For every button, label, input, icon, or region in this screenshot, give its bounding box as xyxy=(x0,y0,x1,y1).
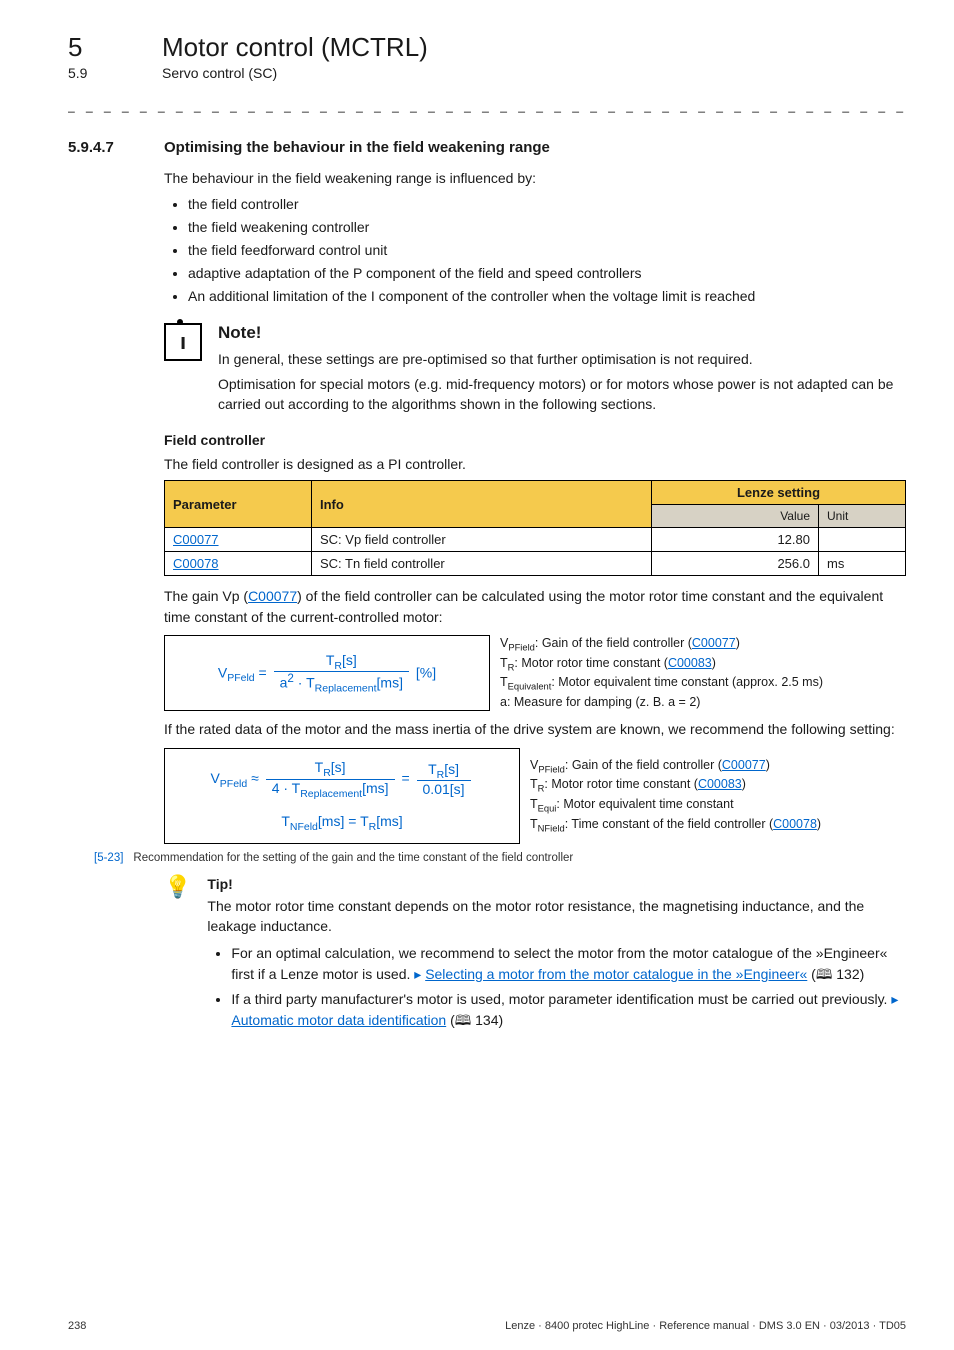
param-link[interactable]: C00077 xyxy=(173,532,219,547)
list-item: the field weakening controller xyxy=(188,217,906,238)
formula-1-desc: VPField: Gain of the field controller (C… xyxy=(500,635,906,711)
body-text: The field controller is designed as a PI… xyxy=(164,454,906,474)
intro-text: The behaviour in the field weakening ran… xyxy=(164,168,906,188)
list-item: adaptive adaptation of the P component o… xyxy=(188,263,906,284)
code-link[interactable]: C00077 xyxy=(722,758,766,772)
th-unit: Unit xyxy=(819,505,906,528)
note-title: Note! xyxy=(218,323,906,343)
divider: _ _ _ _ _ _ _ _ _ _ _ _ _ _ _ _ _ _ _ _ … xyxy=(68,99,906,113)
intro-bullets: the field controller the field weakening… xyxy=(164,194,906,307)
tip-icon: 💡 xyxy=(164,876,191,898)
info-icon: ı xyxy=(164,323,202,361)
th-lenze: Lenze setting xyxy=(652,481,906,505)
cell-value: 12.80 xyxy=(652,528,819,552)
caption-label: [5-23] xyxy=(94,852,123,864)
heading-title: Optimising the behaviour in the field we… xyxy=(164,139,550,156)
table-row: C00078 SC: Tn field controller 256.0 ms xyxy=(165,552,906,576)
page-ref: (🕮 132) xyxy=(807,966,864,982)
cell-info: SC: Vp field controller xyxy=(312,528,652,552)
chapter-title: Motor control (MCTRL) xyxy=(162,32,428,63)
note-paragraph: Optimisation for special motors (e.g. mi… xyxy=(218,374,906,415)
list-item: For an optimal calculation, we recommend… xyxy=(231,943,906,985)
list-item: An additional limitation of the I compon… xyxy=(188,286,906,307)
cell-unit: ms xyxy=(819,552,906,576)
footer-ref: Lenze · 8400 protec HighLine · Reference… xyxy=(505,1320,906,1332)
formula-1: VPFeld = TR[s] a2 · TReplacement[ms] [%] xyxy=(164,635,490,711)
th-parameter: Parameter xyxy=(165,481,312,528)
subheading: Field controller xyxy=(164,432,906,448)
code-link[interactable]: C00077 xyxy=(248,588,297,604)
list-item: the field controller xyxy=(188,194,906,215)
tip-title: Tip! xyxy=(207,876,906,892)
doc-link[interactable]: Automatic motor data identification xyxy=(231,1012,446,1028)
note-body: In general, these settings are pre-optim… xyxy=(218,349,906,414)
parameter-table: Parameter Info Lenze setting Value Unit … xyxy=(164,480,906,576)
table-row: C00077 SC: Vp field controller 12.80 xyxy=(165,528,906,552)
cell-info: SC: Tn field controller xyxy=(312,552,652,576)
heading-number: 5.9.4.7 xyxy=(68,139,146,156)
chapter-number: 5 xyxy=(68,32,122,63)
code-link[interactable]: C00078 xyxy=(773,817,817,831)
doc-link[interactable]: Selecting a motor from the motor catalog… xyxy=(425,966,807,982)
note-paragraph: In general, these settings are pre-optim… xyxy=(218,349,906,369)
formula-2-desc: VPField: Gain of the field controller (C… xyxy=(530,748,906,844)
th-info: Info xyxy=(312,481,652,528)
list-item: If a third party manufacturer's motor is… xyxy=(231,989,906,1031)
caption-text: Recommendation for the setting of the ga… xyxy=(133,852,573,864)
code-link[interactable]: C00083 xyxy=(698,777,742,791)
tip-body: The motor rotor time constant depends on… xyxy=(207,896,906,937)
list-item: the field feedforward control unit xyxy=(188,240,906,261)
mid-text: If the rated data of the motor and the m… xyxy=(164,719,906,739)
page-ref: (🕮 134) xyxy=(446,1012,503,1028)
cell-unit xyxy=(819,528,906,552)
code-link[interactable]: C00083 xyxy=(668,656,712,670)
section-title: Servo control (SC) xyxy=(162,65,277,81)
param-link[interactable]: C00078 xyxy=(173,556,219,571)
cell-value: 256.0 xyxy=(652,552,819,576)
gain-text: The gain Vp (C00077) of the field contro… xyxy=(164,586,906,627)
page-number: 238 xyxy=(68,1320,86,1332)
section-number: 5.9 xyxy=(68,65,122,81)
th-value: Value xyxy=(652,505,819,528)
code-link[interactable]: C00077 xyxy=(692,636,736,650)
formula-2: VPFeld ≈ TR[s] 4 · TReplacement[ms] = TR… xyxy=(164,748,520,844)
